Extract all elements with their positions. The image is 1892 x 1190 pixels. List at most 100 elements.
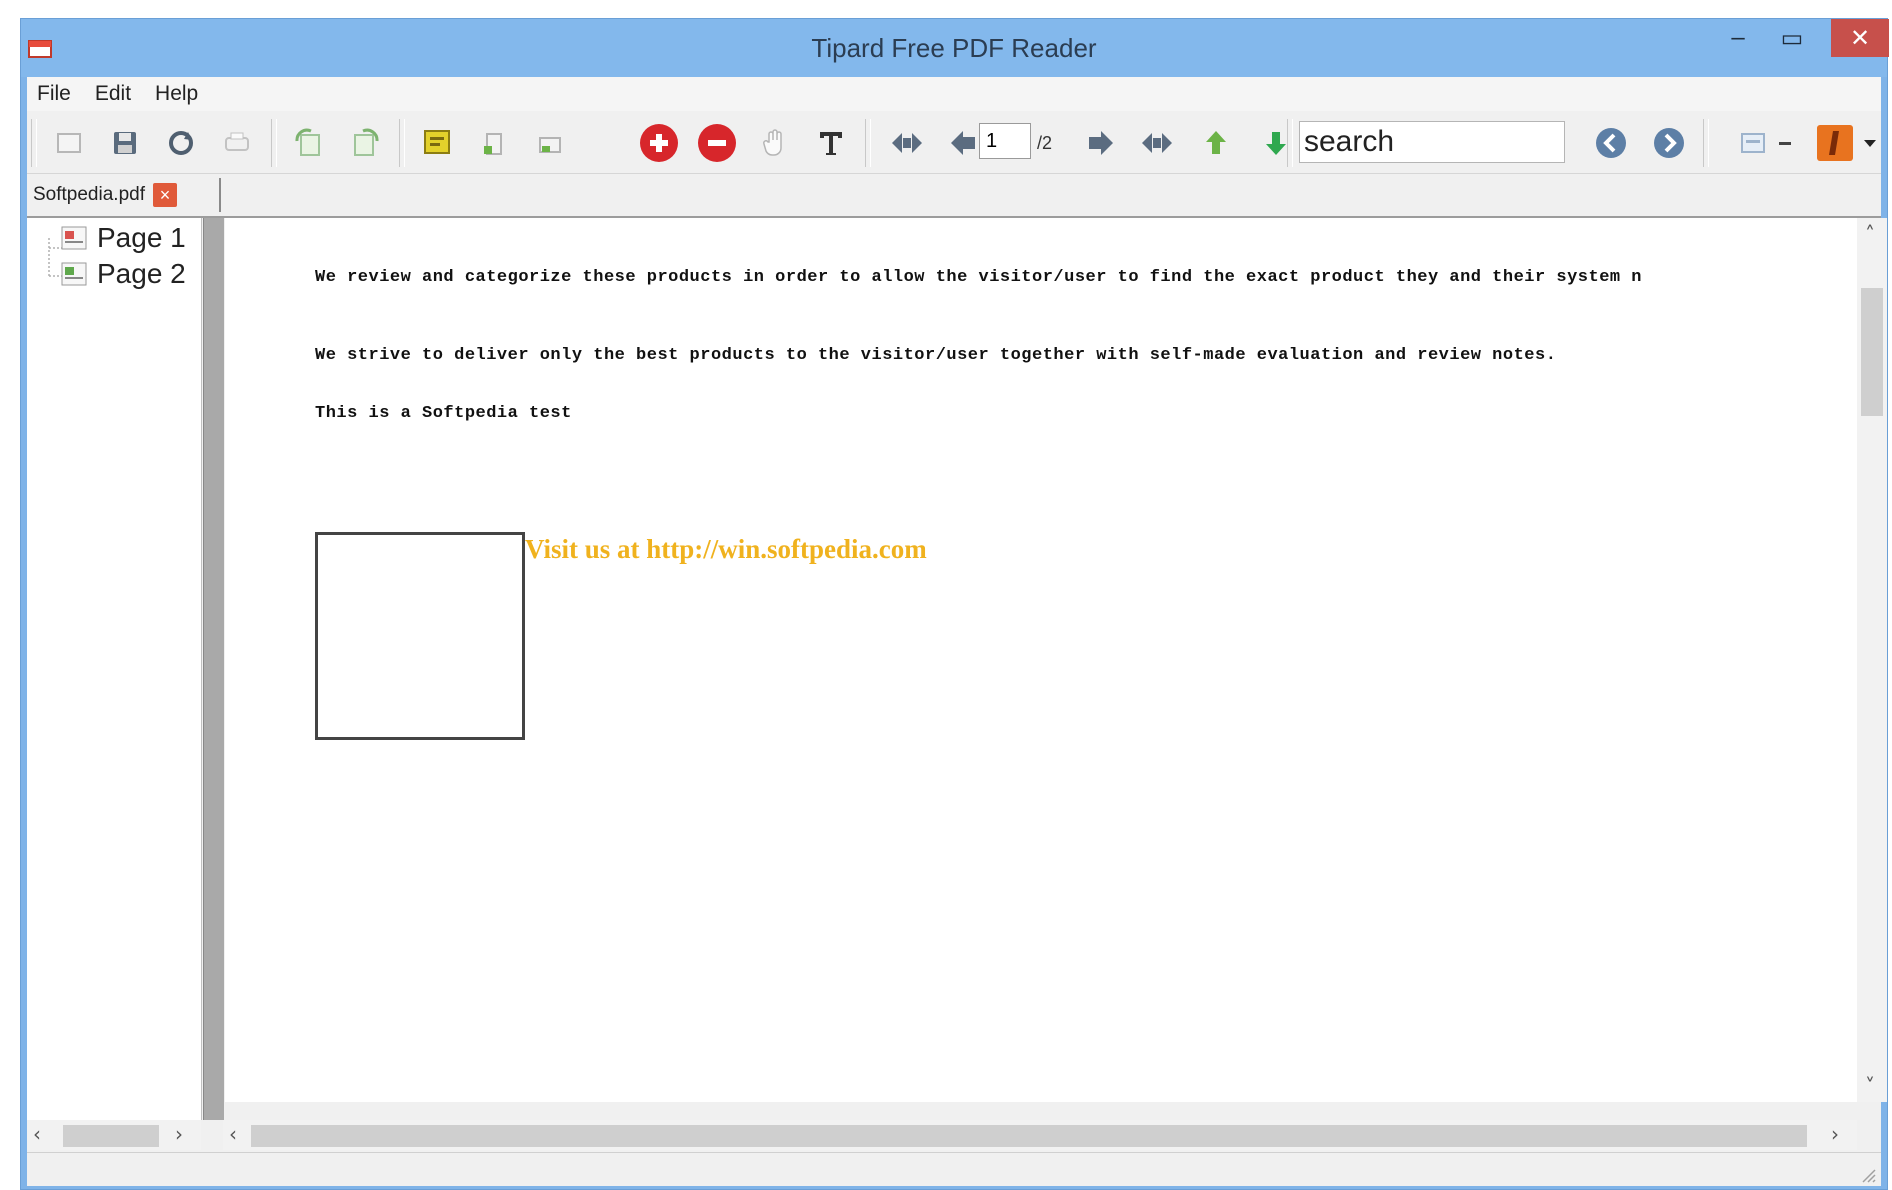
search-next-icon bbox=[1654, 128, 1684, 158]
print-icon bbox=[225, 132, 249, 151]
view-mode-dropdown[interactable] bbox=[1773, 121, 1797, 165]
print-button[interactable] bbox=[215, 121, 259, 165]
close-button[interactable]: ✕ bbox=[1831, 19, 1889, 57]
save-button[interactable] bbox=[103, 121, 147, 165]
document-link[interactable]: Visit us at http://win.softpedia.com bbox=[525, 534, 927, 565]
title-bar[interactable]: Tipard Free PDF Reader – ▭ ✕ bbox=[21, 19, 1889, 77]
sidebar-splitter[interactable] bbox=[203, 218, 224, 1120]
last-page-button[interactable] bbox=[1135, 121, 1179, 165]
document-tab-strip: Softpedia.pdf × bbox=[27, 174, 1881, 218]
toolbar-separator bbox=[1287, 119, 1293, 167]
search-previous-icon bbox=[1596, 128, 1626, 158]
toolbar-separator bbox=[271, 119, 277, 167]
toolbar-separator bbox=[865, 119, 871, 167]
search-next-button[interactable] bbox=[1647, 121, 1691, 165]
last-page-icon bbox=[1142, 133, 1172, 153]
tree-lines bbox=[48, 238, 63, 277]
toolbar-separator bbox=[399, 119, 405, 167]
minimize-button[interactable]: – bbox=[1711, 19, 1765, 57]
first-page-icon bbox=[892, 133, 922, 153]
fit-page-button[interactable] bbox=[527, 121, 571, 165]
sidebar-horizontal-scrollbar[interactable]: ‹ › bbox=[27, 1120, 201, 1150]
zoom-out-icon bbox=[698, 124, 736, 162]
chevron-down-icon bbox=[1779, 142, 1791, 145]
toolbar-separator bbox=[1703, 119, 1709, 167]
hand-tool-icon bbox=[763, 129, 782, 156]
settings-button[interactable] bbox=[1813, 121, 1857, 165]
search-input[interactable]: search bbox=[1299, 121, 1565, 163]
scroll-down-icon[interactable]: ˅ bbox=[1865, 1074, 1875, 1098]
fit-width-icon bbox=[484, 133, 502, 155]
view-mode-icon bbox=[1741, 133, 1765, 153]
search-previous-button[interactable] bbox=[1589, 121, 1633, 165]
status-bar bbox=[27, 1152, 1881, 1186]
previous-page-icon bbox=[951, 131, 975, 155]
settings-dropdown[interactable] bbox=[1859, 121, 1881, 165]
document-text-line: This is a Softpedia test bbox=[315, 404, 572, 423]
first-page-button[interactable] bbox=[885, 121, 929, 165]
rotate-right-button[interactable] bbox=[343, 121, 387, 165]
text-select-button[interactable] bbox=[809, 121, 853, 165]
scroll-left-icon[interactable]: ‹ bbox=[33, 1122, 41, 1146]
menu-bar: File Edit Help bbox=[27, 77, 1881, 111]
view-mode-button[interactable] bbox=[1731, 121, 1775, 165]
settings-icon bbox=[1817, 125, 1853, 161]
page-thumbnail-icon bbox=[61, 262, 87, 286]
fit-page-icon bbox=[539, 137, 561, 153]
text-select-icon bbox=[820, 132, 842, 155]
open-button[interactable] bbox=[47, 121, 91, 165]
vertical-scroll-thumb[interactable] bbox=[1861, 288, 1883, 416]
chevron-down-icon bbox=[1864, 140, 1876, 147]
rotate-left-button[interactable] bbox=[287, 121, 331, 165]
document-image-box bbox=[315, 532, 525, 740]
menu-file[interactable]: File bbox=[27, 82, 85, 106]
horizontal-scroll-thumb[interactable] bbox=[251, 1125, 1807, 1147]
scroll-up-icon[interactable]: ˄ bbox=[1865, 222, 1875, 246]
navigate-back-icon bbox=[1206, 131, 1226, 154]
page-number-input[interactable]: 1 bbox=[979, 123, 1031, 159]
fit-width-button[interactable] bbox=[471, 121, 515, 165]
save-icon bbox=[114, 132, 136, 154]
zoom-in-button[interactable] bbox=[637, 121, 681, 165]
next-page-button[interactable] bbox=[1079, 121, 1123, 165]
window-title: Tipard Free PDF Reader bbox=[811, 33, 1097, 63]
navigate-back-button[interactable] bbox=[1195, 121, 1239, 165]
sidebar-item-page-2[interactable]: Page 2 bbox=[61, 258, 186, 290]
rotate-right-icon bbox=[354, 128, 379, 156]
sidebar-item-page-1[interactable]: Page 1 bbox=[61, 222, 186, 254]
document-tab[interactable]: Softpedia.pdf × bbox=[33, 178, 177, 212]
toolbar-separator bbox=[31, 119, 37, 167]
scroll-right-icon[interactable]: › bbox=[1831, 1122, 1839, 1146]
sidebar-scroll-thumb[interactable] bbox=[63, 1125, 159, 1147]
app-window: Tipard Free PDF Reader – ▭ ✕ File Edit H… bbox=[20, 18, 1889, 1190]
hand-tool-button[interactable] bbox=[753, 121, 797, 165]
zoom-out-button[interactable] bbox=[695, 121, 739, 165]
document-text-line: We review and categorize these products … bbox=[315, 268, 1643, 287]
document-view[interactable]: We review and categorize these products … bbox=[225, 218, 1857, 1102]
menu-edit[interactable]: Edit bbox=[85, 82, 145, 106]
highlight-button[interactable] bbox=[415, 121, 459, 165]
document-text-line: We strive to deliver only the best produ… bbox=[315, 346, 1557, 365]
refresh-button[interactable] bbox=[159, 121, 203, 165]
next-page-icon bbox=[1089, 131, 1113, 155]
document-tab-label: Softpedia.pdf bbox=[33, 184, 145, 205]
refresh-icon bbox=[169, 131, 193, 155]
resize-grip-icon[interactable] bbox=[1859, 1166, 1877, 1184]
page-thumbnail-sidebar: Page 1 Page 2 bbox=[27, 218, 202, 1120]
sidebar-item-label: Page 1 bbox=[97, 222, 186, 253]
horizontal-scrollbar[interactable]: ‹ › bbox=[223, 1120, 1857, 1150]
page-total-label: /2 bbox=[1037, 133, 1053, 153]
scroll-left-icon[interactable]: ‹ bbox=[229, 1122, 237, 1146]
tab-close-button[interactable]: × bbox=[152, 183, 177, 207]
toolbar: 1 /2 search bbox=[27, 111, 1881, 174]
sidebar-item-label: Page 2 bbox=[97, 258, 186, 289]
zoom-in-icon bbox=[640, 124, 678, 162]
highlight-icon bbox=[424, 130, 450, 154]
menu-help[interactable]: Help bbox=[145, 82, 212, 106]
scroll-right-icon[interactable]: › bbox=[175, 1122, 183, 1146]
maximize-button[interactable]: ▭ bbox=[1765, 19, 1819, 57]
vertical-scrollbar[interactable]: ˄ ˅ bbox=[1857, 218, 1887, 1102]
client-area: File Edit Help 1 /2 search Softpedia.pdf… bbox=[27, 77, 1887, 1186]
rotate-left-icon bbox=[295, 128, 320, 156]
navigate-forward-icon bbox=[1266, 132, 1286, 155]
